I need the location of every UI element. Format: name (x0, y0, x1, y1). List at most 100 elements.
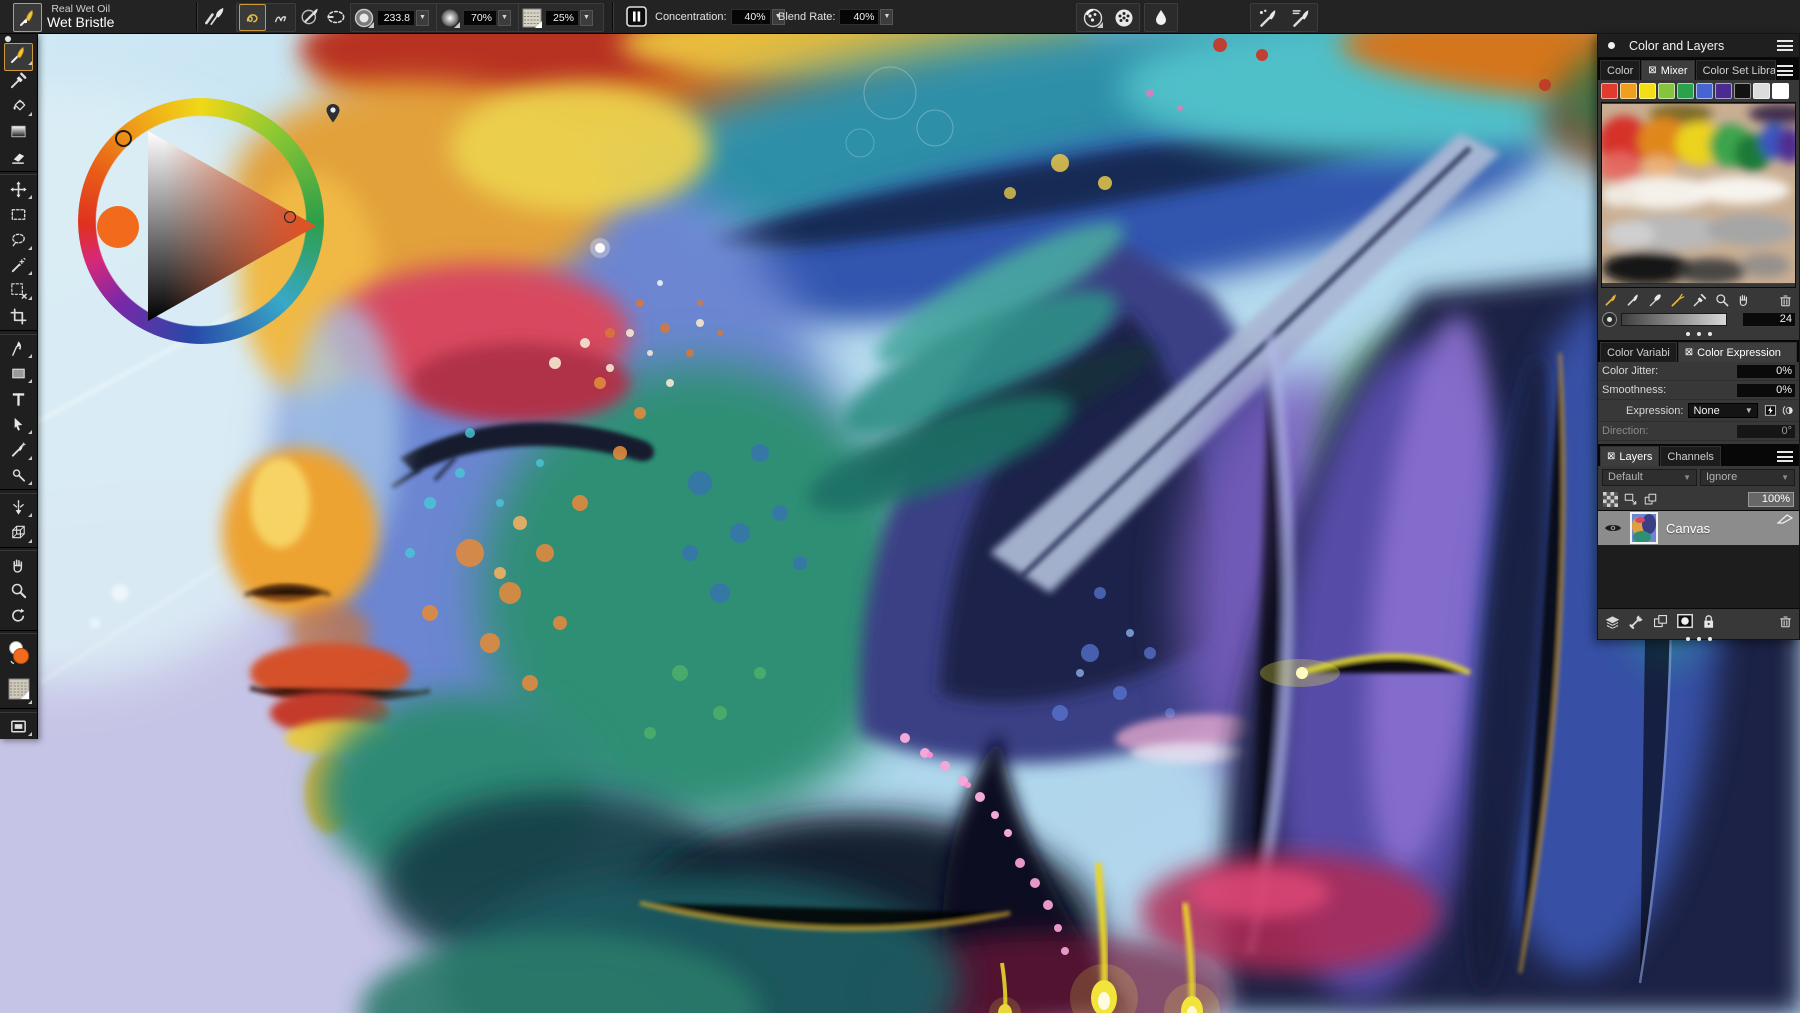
tool-magnifier[interactable] (0, 578, 37, 603)
tool-perspective-grid[interactable] (0, 520, 37, 545)
direction-rotation-icon[interactable] (1781, 402, 1795, 419)
composite-method-dropdown[interactable]: Default ▼ (1602, 469, 1697, 486)
swatch[interactable] (1601, 83, 1618, 99)
panel-menu-icon[interactable] (1777, 40, 1793, 51)
preserve-transparency-icon[interactable] (1603, 492, 1618, 507)
layer-row-canvas[interactable]: Canvas (1598, 511, 1799, 545)
grain-field[interactable]: 25% (545, 10, 579, 26)
toolbox-drag-dot[interactable] (5, 36, 11, 42)
droplet-icon[interactable] (1151, 8, 1171, 28)
zoom-mixer-icon[interactable] (1714, 292, 1730, 308)
apply-color-icon[interactable] (1670, 292, 1686, 308)
tool-text[interactable] (0, 386, 37, 411)
sample-color-icon[interactable] (1692, 292, 1708, 308)
lock-icon[interactable] (1701, 613, 1716, 630)
tool-shape-selection[interactable] (0, 412, 37, 437)
blend-rate-field[interactable]: 40% (839, 9, 879, 25)
expression-dropdown[interactable]: None ▼ (1688, 403, 1757, 418)
tab-color-variability[interactable]: Color Variabi (1600, 342, 1677, 362)
tool-brush[interactable] (0, 43, 37, 68)
paper-selector[interactable] (0, 671, 37, 707)
invert-expression-icon[interactable] (1764, 402, 1778, 419)
tab-color-expression[interactable]: ⊠Color Expression (1678, 342, 1797, 362)
tool-rotate-page[interactable] (0, 603, 37, 628)
tool-gradient[interactable] (0, 119, 37, 144)
hue-knob[interactable] (115, 130, 132, 147)
color-set-icon[interactable] (1113, 7, 1135, 29)
tab-color[interactable]: Color (1600, 60, 1640, 80)
tool-rectangular-shape[interactable] (0, 361, 37, 386)
opacity-field[interactable]: 70% (463, 10, 497, 26)
color-selector[interactable] (0, 635, 37, 671)
triangle-knob[interactable] (284, 211, 296, 223)
pickup-underlying-icon[interactable] (1623, 492, 1638, 507)
dynamic-plugins-icon[interactable] (1628, 613, 1645, 630)
composite-depth-dropdown[interactable]: Ignore ▼ (1700, 469, 1795, 486)
tab-color-set-libraries[interactable]: Color Set Librari (1696, 60, 1776, 80)
opacity-icon[interactable] (439, 7, 461, 29)
mixer-slider-knob[interactable] (1602, 312, 1617, 327)
loopy-stroke-button[interactable] (239, 4, 266, 31)
swatch[interactable] (1677, 83, 1694, 99)
swatch[interactable] (1715, 83, 1732, 99)
tab-mixer[interactable]: ⊠Mixer (1641, 60, 1694, 80)
palette-knife-icon[interactable] (1648, 292, 1664, 308)
swatch[interactable] (1772, 83, 1789, 99)
mixer-pad[interactable] (1601, 102, 1796, 288)
tool-shape-edit[interactable] (0, 437, 37, 462)
swatch[interactable] (1639, 83, 1656, 99)
brush-size-icon[interactable] (353, 7, 375, 29)
layer-mask-icon[interactable] (1676, 612, 1694, 630)
dab-preview-button[interactable] (300, 3, 322, 30)
panel-resize-dots[interactable] (1598, 328, 1799, 340)
trash-icon[interactable] (1778, 293, 1793, 308)
stroke-preview-button[interactable] (325, 3, 347, 30)
tool-selection-adjuster[interactable] (0, 278, 37, 303)
tool-remove-point[interactable] (0, 463, 37, 488)
swatch[interactable] (1696, 83, 1713, 99)
swatch[interactable] (1620, 83, 1637, 99)
tool-pen[interactable] (0, 336, 37, 361)
current-brush-preview[interactable] (13, 3, 42, 32)
smoothness-field[interactable]: 0% (1737, 384, 1795, 397)
color-tab-menu-icon[interactable] (1777, 65, 1793, 76)
tool-dropper[interactable] (0, 68, 37, 93)
tool-eraser[interactable] (0, 144, 37, 169)
tab-channels[interactable]: Channels (1660, 446, 1720, 466)
pin-icon[interactable] (325, 103, 341, 124)
layer-thumbnail[interactable] (1630, 512, 1658, 544)
duplicate-layer-icon[interactable] (1643, 492, 1658, 507)
dirty-brush-icon[interactable] (1604, 292, 1620, 308)
tool-magic-wand[interactable] (0, 253, 37, 278)
tool-paint-bucket[interactable] (0, 93, 37, 118)
tool-crop[interactable] (0, 303, 37, 328)
blend-rate-spinner[interactable]: ▼ (880, 9, 893, 25)
brush-dots-icon[interactable] (1257, 7, 1279, 29)
panel-header[interactable]: Color and Layers (1598, 34, 1799, 58)
stroke-attributes-button[interactable] (626, 3, 647, 30)
mixer-slider-track[interactable] (1621, 313, 1727, 326)
pan-mixer-icon[interactable] (1736, 292, 1752, 308)
tool-layer-adjuster[interactable] (0, 176, 37, 201)
new-layer-icon[interactable] (1652, 613, 1669, 630)
swatch[interactable] (1753, 83, 1770, 99)
brush-selector[interactable]: Real Wet Oil Wet Bristle (47, 2, 114, 31)
layer-commands-icon[interactable] (1604, 613, 1621, 630)
tool-grabber-hand[interactable] (0, 552, 37, 577)
tool-rectangular-selection[interactable] (0, 202, 37, 227)
brush-tool-icon[interactable] (1626, 292, 1642, 308)
color-jitter-field[interactable]: 0% (1737, 365, 1795, 378)
paper-grain-icon[interactable] (521, 7, 543, 29)
layer-opacity-field[interactable]: 100% (1748, 492, 1794, 507)
screen-mode-toggle[interactable] (0, 714, 37, 739)
brushstroke-preview-button[interactable] (204, 3, 228, 30)
swatch[interactable] (1658, 83, 1675, 99)
grain-spinner[interactable]: ▼ (580, 10, 593, 26)
angular-stroke-button[interactable] (268, 5, 293, 30)
tab-layers[interactable]: ⊠Layers (1600, 446, 1659, 466)
swatch[interactable] (1734, 83, 1751, 99)
mixer-pad-icon[interactable] (1082, 7, 1104, 29)
mixer-slider-value[interactable]: 24 (1743, 313, 1795, 327)
layers-menu-icon[interactable] (1777, 451, 1793, 462)
layer-visibility-cell[interactable] (1598, 522, 1628, 534)
